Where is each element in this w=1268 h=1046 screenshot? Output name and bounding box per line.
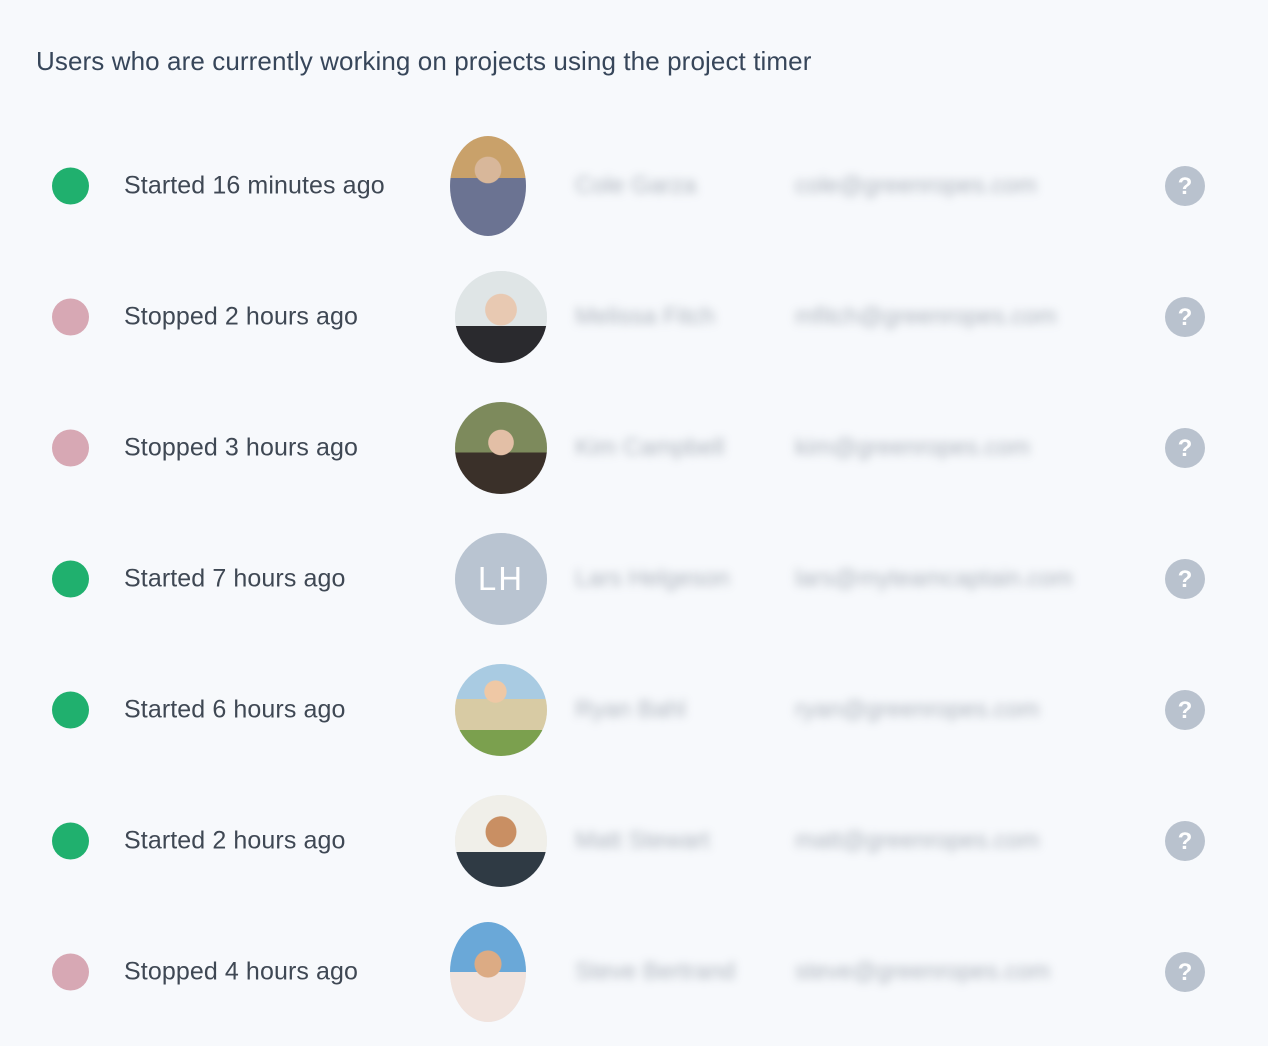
status-badge [52,822,89,859]
help-icon[interactable]: ? [1165,820,1205,861]
avatar [455,270,547,363]
avatar [455,663,547,756]
svg-text:?: ? [1178,435,1193,462]
timer-status-text: Stopped 4 hours ago [124,957,359,985]
help-icon[interactable]: ? [1165,951,1205,992]
avatar-photo [455,794,547,887]
user-name: Melissa Fitch [575,302,716,330]
user-email: lars@myteamcaptain.com [795,564,1073,592]
status-badge [52,298,89,335]
help-icon[interactable]: ? [1165,165,1205,206]
help-icon[interactable]: ? [1165,427,1205,468]
svg-text:?: ? [1178,959,1193,986]
status-badge [52,560,89,597]
user-name: Kim Campbell [575,433,725,461]
active-timer-list: Started 16 minutes ago Cole Garza cole@g… [0,120,1268,1037]
table-row[interactable]: Started 6 hours ago Ryan Bahl ryan@green… [0,644,1268,775]
svg-text:?: ? [1178,697,1193,724]
timer-status-text: Started 16 minutes ago [124,171,385,199]
avatar [450,135,526,236]
status-badge [52,953,89,990]
avatar-initials: LH [455,532,547,625]
user-email: mfitch@greenropes.com [795,302,1057,330]
avatar-photo [455,663,547,756]
user-name: Ryan Bahl [575,695,686,723]
user-email: cole@greenropes.com [795,171,1037,199]
user-email: kim@greenropes.com [795,433,1031,461]
help-icon[interactable]: ? [1165,689,1205,730]
table-row[interactable]: Stopped 4 hours ago Steve Bertrand steve… [0,906,1268,1037]
status-badge [52,167,89,204]
user-name: Cole Garza [575,171,697,199]
user-name: Lars Helgeson [575,564,730,592]
svg-text:?: ? [1178,566,1193,593]
timer-status-text: Stopped 2 hours ago [124,302,359,330]
page-title: Users who are currently working on proje… [36,46,812,76]
table-row[interactable]: Stopped 2 hours ago Melissa Fitch mfitch… [0,251,1268,382]
avatar [450,921,526,1022]
table-row[interactable]: Stopped 3 hours ago Kim Campbell kim@gre… [0,382,1268,513]
user-email: steve@greenropes.com [795,957,1051,985]
table-row[interactable]: Started 7 hours ago LH Lars Helgeson lar… [0,513,1268,644]
help-icon[interactable]: ? [1165,558,1205,599]
table-row[interactable]: Started 16 minutes ago Cole Garza cole@g… [0,120,1268,251]
timer-status-text: Started 6 hours ago [124,695,346,723]
avatar-photo [450,921,526,1022]
avatar-photo [455,401,547,494]
svg-text:?: ? [1178,828,1193,855]
timer-status-text: Stopped 3 hours ago [124,433,359,461]
avatar [455,794,547,887]
help-icon[interactable]: ? [1165,296,1205,337]
user-name: Matt Stewart [575,826,710,854]
user-name: Steve Bertrand [575,957,736,985]
svg-text:?: ? [1178,173,1193,200]
timer-status-text: Started 7 hours ago [124,564,346,592]
svg-text:?: ? [1178,304,1193,331]
avatar [455,401,547,494]
status-badge [52,429,89,466]
avatar-photo [450,135,526,236]
user-email: matt@greenropes.com [795,826,1040,854]
avatar: LH [455,532,547,625]
timer-status-text: Started 2 hours ago [124,826,346,854]
project-timer-panel: Users who are currently working on proje… [0,0,1268,1046]
status-badge [52,691,89,728]
avatar-photo [455,270,547,363]
user-email: ryan@greenropes.com [795,695,1040,723]
table-row[interactable]: Started 2 hours ago Matt Stewart matt@gr… [0,775,1268,906]
